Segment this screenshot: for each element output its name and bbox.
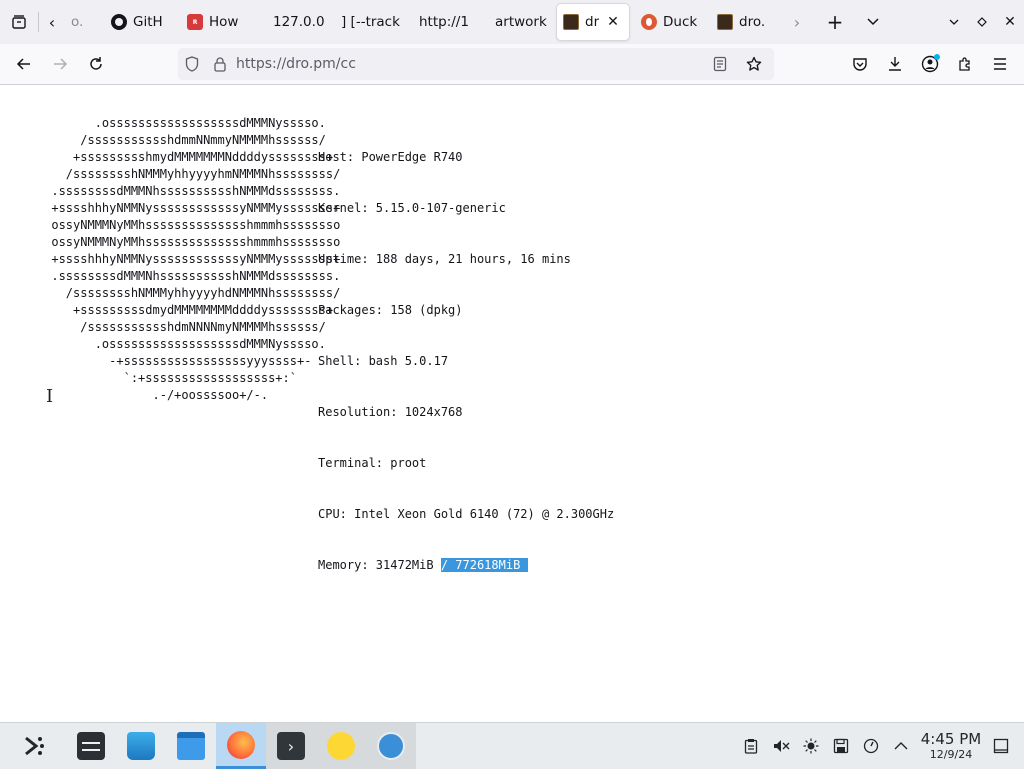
browser-globe-icon[interactable] [366, 723, 416, 769]
tab-github[interactable]: GitH [105, 4, 181, 40]
page-content: .ossssssssssssssssssdMMMNysssso. /ssssss… [0, 85, 1024, 722]
digital-clock[interactable]: 4:45 PM 12/9/24 [916, 730, 986, 762]
window-maximize-icon[interactable] [968, 6, 996, 38]
tab-dro[interactable]: dro. [711, 4, 781, 40]
memory-total-selected: / 772618MiB [440, 558, 528, 572]
tab-label: Duck [663, 14, 698, 30]
navigation-toolbar: https://dro.pm/cc [0, 44, 1024, 85]
firefox-icon[interactable] [216, 723, 266, 769]
back-button[interactable] [8, 48, 40, 80]
downloads-icon[interactable] [879, 48, 911, 80]
tab-http[interactable]: http://1 [409, 4, 485, 40]
bookmark-star-icon[interactable] [740, 56, 768, 72]
speedometer-icon[interactable] [856, 723, 886, 769]
tracking-protection-shield-icon[interactable] [178, 56, 206, 72]
text-cursor-icon: I [46, 386, 54, 407]
red-badge-icon: R [187, 14, 203, 30]
clock-time: 4:45 PM [920, 730, 982, 748]
close-icon[interactable]: ✕ [607, 14, 619, 30]
memory-line: Memory: 31472MiB / 772618MiB [318, 557, 614, 574]
tab-label: dro. [739, 14, 766, 30]
save-disk-icon[interactable] [826, 723, 856, 769]
system-settings-icon[interactable] [66, 723, 116, 769]
url-bar[interactable]: https://dro.pm/cc [178, 48, 774, 80]
forward-button[interactable] [44, 48, 76, 80]
file-manager-icon[interactable] [166, 723, 216, 769]
tab-overview-icon[interactable] [0, 6, 38, 38]
scroll-tabs-right-icon[interactable]: › [781, 6, 813, 38]
terminal-icon[interactable]: › [266, 723, 316, 769]
reader-view-icon[interactable] [706, 56, 734, 72]
tab-artwork[interactable]: artwork [485, 4, 555, 40]
tab-label: dr [585, 14, 600, 30]
clock-date: 12/9/24 [929, 748, 973, 761]
lock-icon[interactable] [206, 56, 234, 72]
window-close-icon[interactable]: ✕ [996, 6, 1024, 38]
scroll-tabs-left-icon[interactable]: ‹ [39, 6, 65, 38]
toolbar-actions [844, 48, 1016, 80]
tab-label: ] [--track [341, 14, 400, 30]
github-icon [111, 14, 127, 30]
terminal-line: Terminal: proot [318, 456, 427, 470]
system-info: Host: PowerEdge R740 Kernel: 5.15.0-107-… [318, 115, 614, 608]
shell-line: Shell: bash 5.0.17 [318, 354, 449, 368]
volume-muted-icon[interactable] [766, 723, 796, 769]
notification-dot-icon [934, 54, 940, 60]
tab-label: How [209, 14, 239, 30]
packages-line: Packages: 158 (dpkg) [318, 303, 463, 317]
tab-label: GitH [133, 14, 163, 30]
cpu-line: CPU: Intel Xeon Gold 6140 (72) @ 2.300GH… [318, 507, 615, 521]
terminal-image-icon [563, 14, 579, 30]
new-tab-icon[interactable]: + [819, 6, 851, 38]
reload-button[interactable] [80, 48, 112, 80]
tab-label: http://1 [419, 14, 469, 30]
tab-how[interactable]: R How [181, 4, 257, 40]
brightness-icon[interactable] [796, 723, 826, 769]
hamburger-menu-icon[interactable] [984, 48, 1016, 80]
tab-track[interactable]: ] [--track [333, 4, 409, 40]
terminal-image-icon [717, 14, 733, 30]
tab-strip: ‹ o. GitH R How 127.0.0 ] [--track http:… [0, 0, 1024, 44]
kernel-line: Kernel: 5.15.0-107-generic [318, 201, 506, 215]
uptime-line: Uptime: 188 days, 21 hours, 16 mins [318, 252, 571, 266]
taskbar: › 4:45 PM 12/9/24 [0, 722, 1024, 769]
app-launcher-icon[interactable] [8, 723, 58, 769]
clipboard-icon[interactable] [736, 723, 766, 769]
ubuntu-ascii-logo: .ossssssssssssssssssdMMMNysssso. /ssssss… [51, 116, 341, 402]
system-tray: 4:45 PM 12/9/24 [736, 723, 1024, 769]
tab-duck[interactable]: Duck [635, 4, 711, 40]
tab-dr-active[interactable]: dr ✕ [557, 4, 629, 40]
tab-label: 127.0.0 [273, 14, 325, 30]
emoji-icon[interactable] [316, 723, 366, 769]
url-text[interactable]: https://dro.pm/cc [236, 56, 356, 72]
url-bar-actions [706, 48, 768, 80]
extensions-icon[interactable] [949, 48, 981, 80]
account-icon[interactable] [914, 48, 946, 80]
memory-used: Memory: 31472MiB [318, 558, 441, 572]
tray-expand-icon[interactable] [886, 723, 916, 769]
window-minimize-icon[interactable] [940, 6, 968, 38]
discover-store-icon[interactable] [116, 723, 166, 769]
resolution-line: Resolution: 1024x768 [318, 405, 463, 419]
list-all-tabs-icon[interactable] [857, 6, 889, 38]
host-line: Host: PowerEdge R740 [318, 150, 463, 164]
tab-label: artwork [495, 14, 547, 30]
show-desktop-icon[interactable] [986, 723, 1016, 769]
tab-o[interactable]: o. [65, 4, 105, 40]
tab-label: o. [71, 14, 84, 30]
duckduckgo-icon [641, 14, 657, 30]
tab-127[interactable]: 127.0.0 [257, 4, 333, 40]
pocket-icon[interactable] [844, 48, 876, 80]
